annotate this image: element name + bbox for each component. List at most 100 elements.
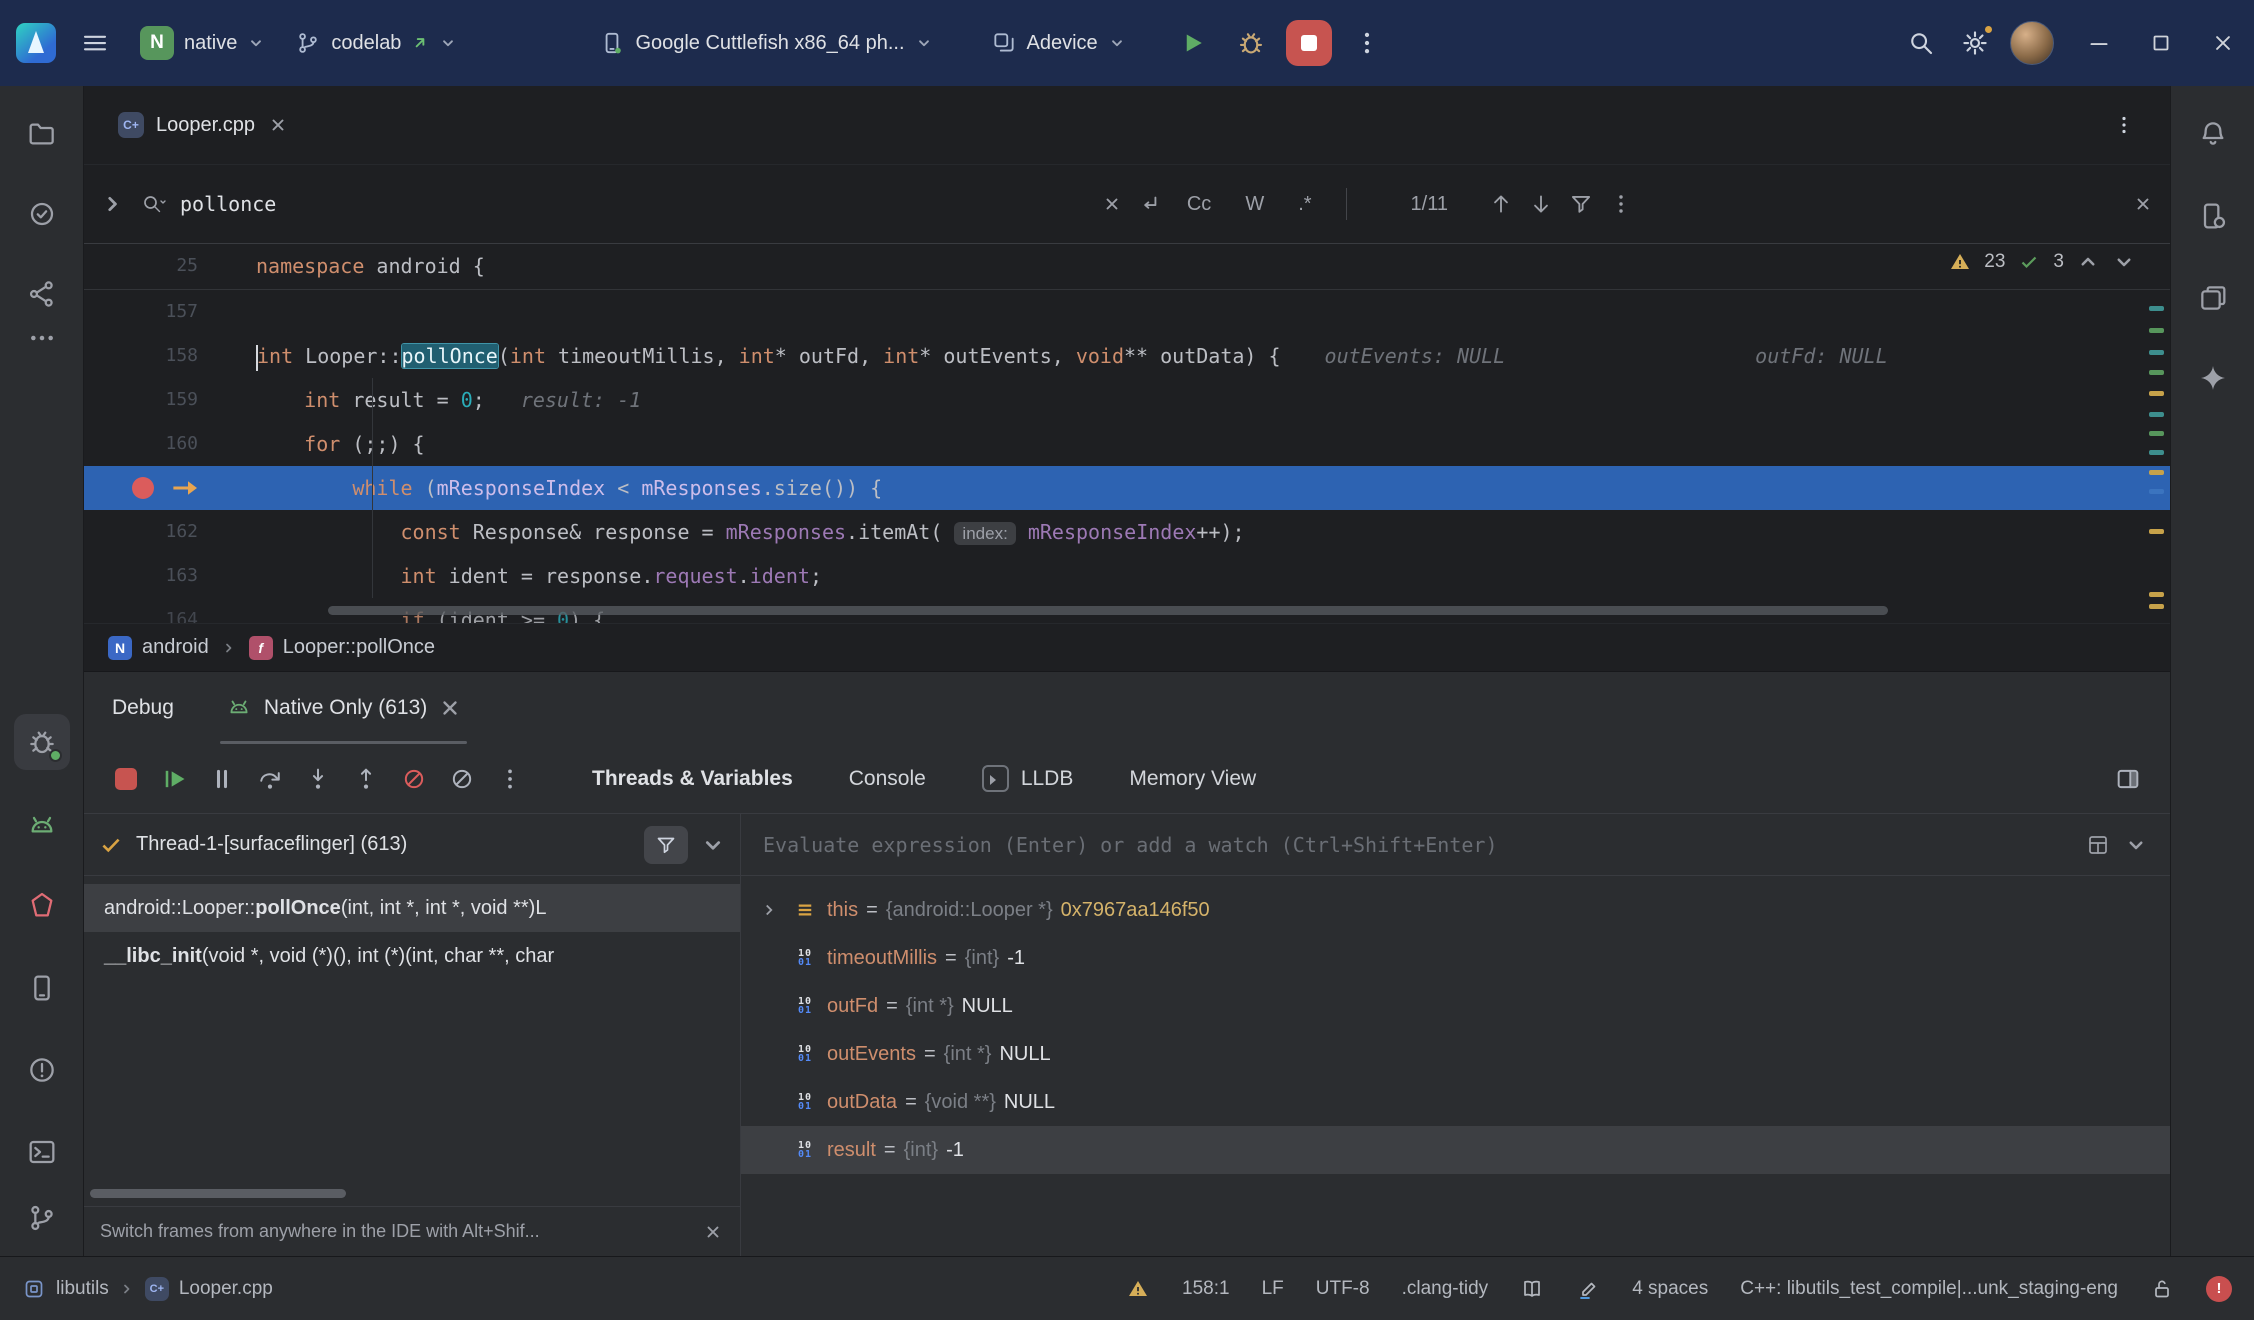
gutter[interactable]: 160	[84, 422, 256, 466]
inspections-widget[interactable]: 23 3	[1948, 250, 2136, 274]
more-tools-button[interactable]	[14, 310, 70, 366]
step-into-button[interactable]	[296, 757, 340, 801]
variable-outEvents[interactable]: 1001outEvents = {int *} NULL	[741, 1030, 2170, 1078]
editor-options-icon[interactable]	[2104, 105, 2144, 145]
newline-icon[interactable]	[1137, 191, 1163, 217]
previous-problem-icon[interactable]	[2076, 250, 2100, 274]
file-breadcrumb[interactable]: Looper.cpp	[179, 1278, 273, 1300]
caret-position[interactable]: 158:1	[1182, 1278, 1230, 1300]
gutter[interactable]: 159	[84, 378, 256, 422]
stripe-mark[interactable]	[2149, 412, 2164, 417]
more-actions-button[interactable]	[1340, 16, 1394, 70]
project-tool-button[interactable]	[14, 106, 70, 162]
pause-button[interactable]	[200, 757, 244, 801]
logcat-tool-button[interactable]	[14, 798, 70, 854]
stack-frame[interactable]: __libc_init(void *, void (*)(), int (*)(…	[84, 932, 740, 980]
notifications-button[interactable]	[2185, 106, 2241, 162]
code-line-159[interactable]: 159 int result = 0;result: -1	[84, 378, 2170, 422]
terminal-tool-button[interactable]	[14, 1124, 70, 1180]
variable-outData[interactable]: 1001outData = {void **} NULL	[741, 1078, 2170, 1126]
code-line-160[interactable]: 160 for (;;) {	[84, 422, 2170, 466]
search-field-icon[interactable]	[140, 191, 166, 217]
debug-more-options-button[interactable]	[488, 757, 532, 801]
layout-inspector-button[interactable]	[2185, 270, 2241, 326]
next-occurrence-icon[interactable]	[1528, 191, 1554, 217]
editor-tab-looper[interactable]: C+ Looper.cpp	[110, 86, 297, 164]
new-watch-icon[interactable]	[2086, 833, 2110, 857]
gutter[interactable]	[84, 466, 256, 510]
step-out-button[interactable]	[344, 757, 388, 801]
frames-horizontal-scrollbar[interactable]	[90, 1189, 346, 1198]
tab-console[interactable]: Console	[849, 767, 926, 791]
step-over-button[interactable]	[248, 757, 292, 801]
variable-result[interactable]: 1001result = {int} -1	[741, 1126, 2170, 1174]
device-selector[interactable]: Google Cuttlefish x86_64 ph...	[587, 15, 944, 71]
close-hint-icon[interactable]	[702, 1221, 724, 1243]
expand-replace-icon[interactable]	[100, 191, 126, 217]
stripe-mark[interactable]	[2149, 604, 2164, 609]
search-everywhere-button[interactable]	[1894, 16, 1948, 70]
tab-threads-variables[interactable]: Threads & Variables	[592, 767, 793, 791]
search-options-icon[interactable]	[1608, 191, 1634, 217]
line-separator[interactable]: LF	[1262, 1278, 1284, 1300]
user-avatar[interactable]	[2010, 21, 2054, 65]
indent-widget[interactable]: 4 spaces	[1632, 1278, 1708, 1300]
previous-occurrence-icon[interactable]	[1488, 191, 1514, 217]
main-menu-button[interactable]	[68, 16, 122, 70]
breadcrumb-function[interactable]: f Looper::pollOnce	[249, 636, 435, 660]
code-line-161[interactable]: while (mResponseIndex < mResponses.size(…	[84, 466, 2170, 510]
code-highlight-button[interactable]	[1576, 1277, 1600, 1301]
gutter[interactable]: 162	[84, 510, 256, 554]
stripe-mark[interactable]	[2149, 489, 2164, 494]
stripe-mark[interactable]	[2149, 431, 2164, 436]
evaluate-expression-bar[interactable]: Evaluate expression (Enter) or add a wat…	[741, 814, 2170, 876]
stripe-mark[interactable]	[2149, 450, 2164, 455]
stripe-mark[interactable]	[2149, 529, 2164, 534]
breadcrumb-namespace[interactable]: N android	[108, 636, 209, 660]
tab-close-icon[interactable]	[267, 114, 289, 136]
clang-tidy-widget[interactable]: .clang-tidy	[1402, 1278, 1489, 1300]
tab-lldb[interactable]: LLDB	[982, 765, 1074, 792]
stripe-mark[interactable]	[2149, 370, 2164, 375]
minimize-button[interactable]	[2068, 0, 2130, 86]
settings-button[interactable]	[1948, 16, 2002, 70]
match-case-toggle[interactable]: Cc	[1177, 187, 1221, 222]
filter-search-icon[interactable]	[1568, 191, 1594, 217]
gutter[interactable]: 157	[84, 290, 256, 334]
gutter[interactable]: 158	[84, 334, 256, 378]
close-find-bar-icon[interactable]	[2132, 193, 2154, 215]
stop-button[interactable]	[1286, 20, 1332, 66]
code-line-158[interactable]: 158int Looper::pollOnce(int timeoutMilli…	[84, 334, 2170, 378]
vcs-branch-widget[interactable]: codelab	[283, 15, 469, 71]
problems-tool-button[interactable]	[14, 1042, 70, 1098]
gutter[interactable]: 25	[84, 244, 256, 289]
gutter[interactable]: 163	[84, 554, 256, 598]
variable-outFd[interactable]: 1001outFd = {int *} NULL	[741, 982, 2170, 1030]
stripe-mark[interactable]	[2149, 328, 2164, 333]
run-configuration-selector[interactable]: Adevice	[979, 15, 1138, 71]
debug-session-tab[interactable]: Native Only (613)	[220, 672, 467, 744]
layout-settings-button[interactable]	[2106, 757, 2150, 801]
breakpoint-icon[interactable]	[132, 477, 154, 499]
project-widget[interactable]: N native	[128, 15, 277, 71]
close-session-icon[interactable]	[439, 697, 461, 719]
stripe-mark[interactable]	[2149, 592, 2164, 597]
commit-tool-button[interactable]	[14, 186, 70, 242]
running-devices-button[interactable]	[14, 960, 70, 1016]
stripe-mark[interactable]	[2149, 391, 2164, 396]
expand-chevron-icon[interactable]	[760, 901, 778, 919]
run-button[interactable]	[1166, 16, 1220, 70]
evaluate-dropdown-icon[interactable]	[2124, 833, 2148, 857]
code-line-162[interactable]: 162 const Response& response = mResponse…	[84, 510, 2170, 554]
gemini-button[interactable]	[2185, 350, 2241, 406]
code-line-163[interactable]: 163 int ident = response.request.ident;	[84, 554, 2170, 598]
resume-button[interactable]	[152, 757, 196, 801]
code-line-25[interactable]: 25namespace android {	[84, 244, 2170, 290]
search-input[interactable]: pollonce	[180, 192, 1087, 216]
thread-dropdown-icon[interactable]	[700, 832, 726, 858]
whole-words-toggle[interactable]: W	[1235, 187, 1274, 222]
variable-timeoutMillis[interactable]: 1001timeoutMillis = {int} -1	[741, 934, 2170, 982]
reader-mode-button[interactable]	[1520, 1277, 1544, 1301]
code-line-157[interactable]: 157	[84, 290, 2170, 334]
stop-process-button[interactable]	[104, 757, 148, 801]
